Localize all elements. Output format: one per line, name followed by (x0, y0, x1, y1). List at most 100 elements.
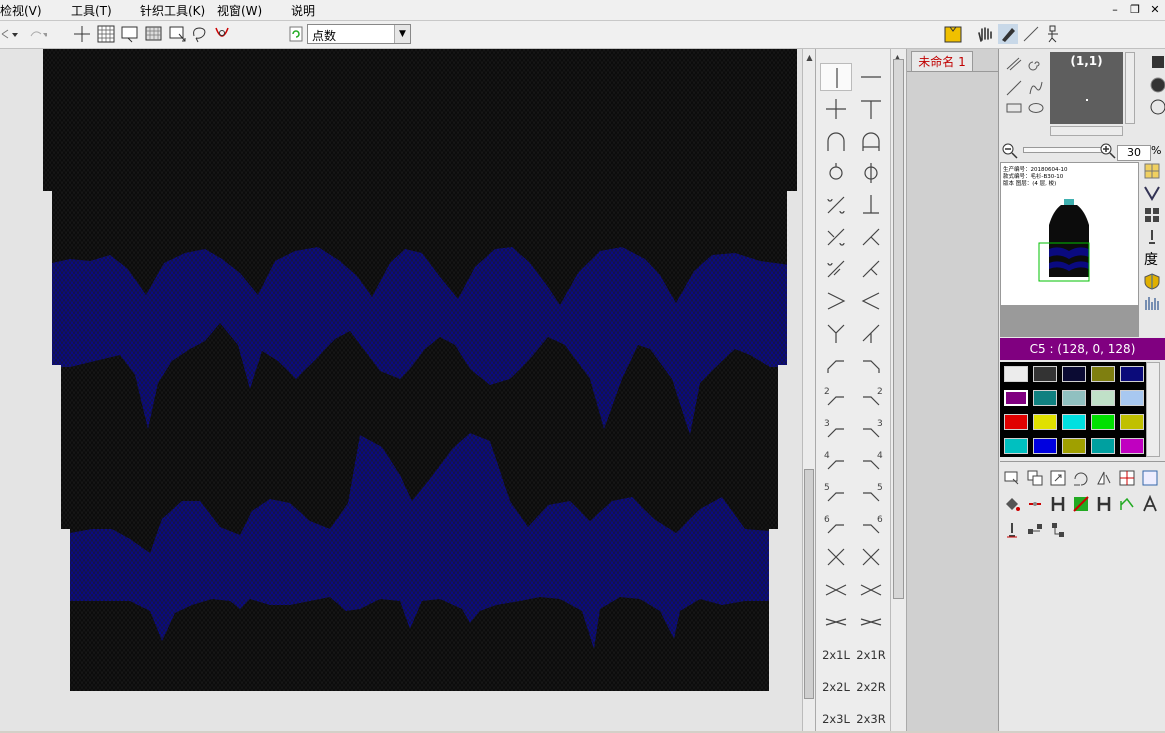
navigator-horizontal-scrollbar[interactable] (1050, 126, 1123, 136)
stitch-symbol-icon[interactable] (820, 223, 852, 251)
row-tool-icon[interactable] (1095, 495, 1113, 513)
transfer-symbol-icon[interactable]: 5 (820, 479, 852, 507)
cross-stitch-icon[interactable] (855, 607, 887, 635)
color-swatch[interactable] (1004, 414, 1028, 430)
refresh-icon[interactable] (286, 24, 306, 44)
undo-icon[interactable] (0, 24, 20, 44)
color-swatch[interactable] (1091, 390, 1115, 406)
grid-icon[interactable] (96, 24, 116, 44)
transfer-symbol-icon[interactable]: 3 (855, 415, 887, 443)
color-swatch[interactable] (1062, 390, 1086, 406)
transfer-symbol-icon[interactable]: 6 (855, 511, 887, 539)
round-brush-icon[interactable] (1149, 76, 1165, 94)
garment-icon[interactable] (943, 24, 963, 44)
flip-tool-icon[interactable] (1095, 469, 1113, 487)
palette-vertical-scrollbar[interactable]: ▲ (890, 49, 907, 731)
stitch-symbol-icon[interactable] (820, 351, 852, 379)
line-icon[interactable] (1021, 24, 1041, 44)
zoom-value-input[interactable]: 30 (1117, 145, 1151, 161)
freehand-icon[interactable] (1005, 55, 1023, 73)
copy-tool-icon[interactable] (1026, 469, 1044, 487)
select-tool-icon[interactable] (1003, 469, 1021, 487)
stitch-symbol-icon[interactable] (820, 255, 852, 283)
curve-icon[interactable] (1027, 79, 1045, 97)
square-brush-icon[interactable] (1149, 53, 1165, 71)
stitch-symbol-icon[interactable] (855, 159, 887, 187)
cross-stitch-icon[interactable] (820, 543, 852, 571)
navigator-thumbnail[interactable]: (1,1) (1050, 52, 1123, 124)
scale-tool-icon[interactable] (1049, 469, 1067, 487)
stitch-symbol-icon[interactable] (855, 191, 887, 219)
pattern-grid-icon[interactable] (144, 24, 164, 44)
text-tool-icon[interactable] (1141, 494, 1159, 513)
color-swatch[interactable] (1033, 366, 1057, 382)
stitch-symbol-icon[interactable] (855, 351, 887, 379)
select-move-icon[interactable] (168, 24, 188, 44)
color-swatch[interactable] (1033, 414, 1057, 430)
frame-tool-icon[interactable] (1141, 469, 1159, 487)
select-rect-icon[interactable] (120, 24, 140, 44)
rectangle-icon[interactable] (1005, 99, 1023, 117)
color-replace-icon[interactable] (1072, 495, 1090, 513)
zoom-out-icon[interactable] (1001, 142, 1019, 160)
knit-figure-icon[interactable] (1044, 24, 1064, 44)
transfer-symbol-icon[interactable]: 2 (855, 383, 887, 411)
color-swatch[interactable] (1062, 438, 1086, 454)
transfer-symbol-icon[interactable]: 5 (855, 479, 887, 507)
color-swatch[interactable] (1033, 390, 1057, 406)
hand-icon[interactable] (975, 24, 995, 44)
v-neck-icon[interactable] (1143, 184, 1161, 202)
cable-stitch-button[interactable]: 2x3L (819, 705, 853, 733)
cross-stitch-icon[interactable] (855, 543, 887, 571)
restore-button[interactable]: ❐ (1127, 2, 1143, 17)
mode-select[interactable]: 点数 ▼ (307, 24, 411, 44)
transfer-symbol-icon[interactable]: 4 (820, 447, 852, 475)
menu-knit-tools[interactable]: 针织工具(K) (140, 2, 205, 19)
magic-shape-icon[interactable] (212, 24, 232, 44)
menu-view[interactable]: 检视(V) (0, 2, 42, 19)
color-swatch[interactable] (1004, 390, 1028, 406)
zoom-in-icon[interactable] (1099, 142, 1117, 160)
color-swatch[interactable] (1062, 414, 1086, 430)
shield-icon[interactable] (1143, 272, 1161, 290)
color-swatch[interactable] (1120, 414, 1144, 430)
column-tool-icon[interactable] (1049, 495, 1067, 513)
straight-line-icon[interactable] (1005, 79, 1023, 97)
menu-tools[interactable]: 工具(T) (71, 2, 112, 19)
stitch-symbol-icon[interactable] (855, 95, 887, 123)
garment-preview[interactable]: 生产编号：20180604-10 款式编号：毛衫-B30-10 版本 图层：(4… (1000, 162, 1139, 337)
rotate-360-icon[interactable] (1072, 469, 1090, 487)
gauge-tool-icon[interactable] (1118, 495, 1136, 513)
color-swatch[interactable] (1004, 366, 1028, 382)
lasso-icon[interactable] (190, 24, 210, 44)
menu-window[interactable]: 视窗(W) (217, 2, 262, 19)
fill-bucket-icon[interactable] (1003, 495, 1021, 513)
redo-icon[interactable] (27, 24, 49, 44)
tile-icon[interactable] (1143, 206, 1161, 224)
cable-stitch-button[interactable]: 2x1R (854, 641, 888, 669)
minimize-button[interactable]: – (1107, 2, 1123, 17)
transfer-symbol-icon[interactable]: 3 (820, 415, 852, 443)
scrollbar-thumb[interactable] (804, 469, 814, 699)
transfer-symbol-icon[interactable]: 2 (820, 383, 852, 411)
cable-stitch-button[interactable]: 2x2L (819, 673, 853, 701)
cable-stitch-button[interactable]: 2x3R (854, 705, 888, 733)
layout-grid-icon[interactable] (1143, 162, 1161, 180)
degree-label[interactable]: 度 (1144, 249, 1158, 269)
stitch-symbol-icon[interactable] (855, 287, 887, 315)
transfer-symbol-icon[interactable]: 4 (855, 447, 887, 475)
cross-stitch-icon[interactable] (855, 575, 887, 603)
stitch-symbol-icon[interactable] (855, 223, 887, 251)
needle-pin-icon[interactable] (1003, 521, 1021, 539)
color-swatch[interactable] (1062, 366, 1086, 382)
color-swatch[interactable] (1004, 438, 1028, 454)
color-swatch[interactable] (1091, 414, 1115, 430)
color-swatch[interactable] (1033, 438, 1057, 454)
transfer-symbol-icon[interactable]: 6 (820, 511, 852, 539)
stitch-symbol-icon[interactable] (855, 255, 887, 283)
color-swatch[interactable] (1091, 438, 1115, 454)
color-swatch[interactable] (1120, 438, 1144, 454)
color-swatch[interactable] (1120, 390, 1144, 406)
stitch-symbol-icon[interactable] (820, 319, 852, 347)
design-canvas[interactable] (0, 49, 802, 731)
